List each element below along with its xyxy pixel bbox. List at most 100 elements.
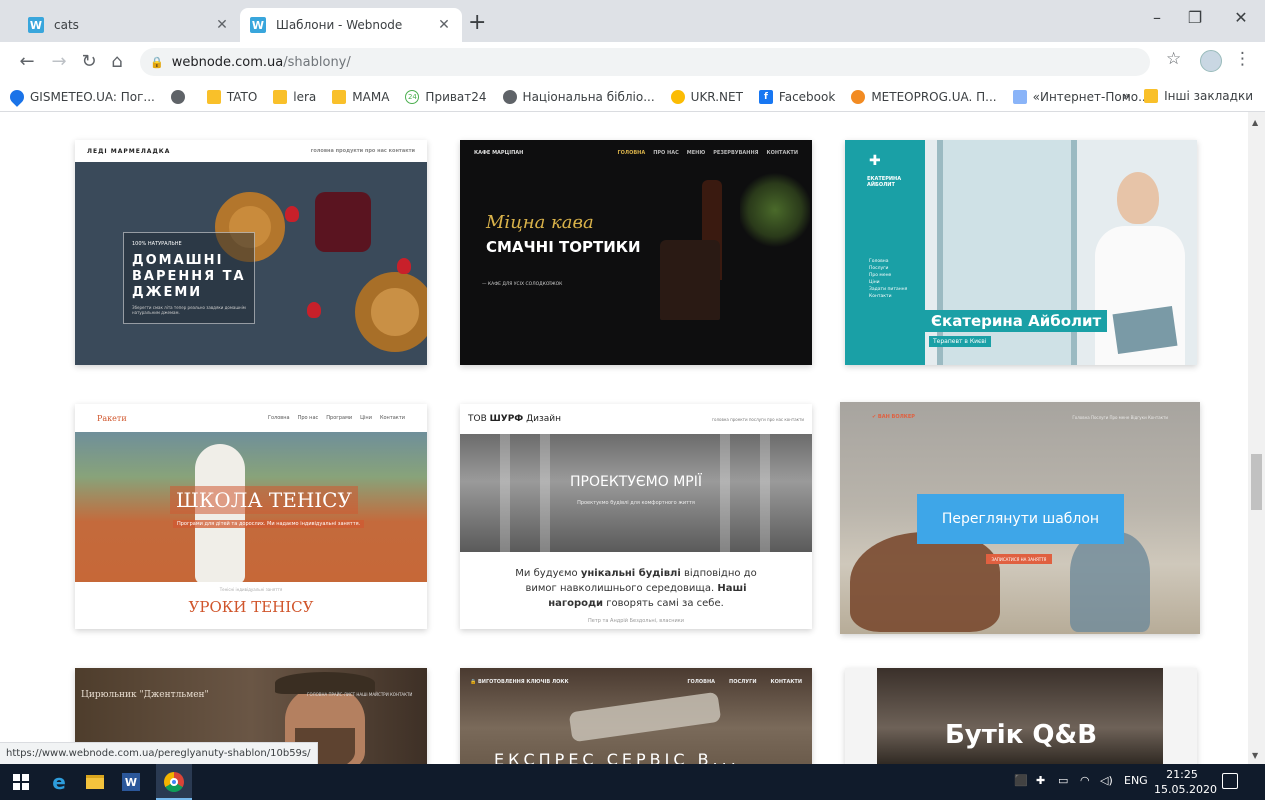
volume-icon[interactable]: ◁) bbox=[1100, 774, 1113, 787]
template-preview-image: 100% НАТУРАЛЬНЕ ДОМАШНІ ВАРЕННЯ ТА ДЖЕМИ… bbox=[75, 162, 427, 365]
tennis-player-image bbox=[195, 444, 245, 584]
reload-icon[interactable]: ↻ bbox=[78, 52, 100, 72]
globe-icon bbox=[170, 89, 185, 104]
bookmark-facebook[interactable]: f Facebook bbox=[758, 89, 835, 104]
minimize-button[interactable]: – bbox=[1142, 8, 1172, 27]
hero-headline: Єкатерина Айболит bbox=[925, 310, 1108, 332]
scrollbar-thumb[interactable] bbox=[1251, 454, 1262, 510]
doc-icon bbox=[1012, 89, 1027, 104]
windows-taskbar: e W ⬛ ✚ ▭ ◠ ◁) ENG 21:25 15.05.2020 bbox=[0, 764, 1265, 800]
tab-title: Шаблони - Webnode bbox=[276, 18, 403, 32]
system-clock[interactable]: 21:25 15.05.2020 bbox=[1154, 767, 1217, 797]
template-card-cafe[interactable]: КАФЕ МАРЦІПАН ГОЛОВНА ПРО НАС МЕНЮ РЕЗЕР… bbox=[460, 140, 812, 365]
tab-templates[interactable]: W Шаблони - Webnode ✕ bbox=[240, 8, 462, 42]
new-tab-button[interactable]: + bbox=[468, 12, 486, 34]
page-scrollbar[interactable]: ▲ ▼ bbox=[1248, 112, 1265, 764]
hero-headline: Бутік Q&B bbox=[944, 720, 1098, 750]
bookmark-gismeteo[interactable]: GISMETEO.UA: Пог... bbox=[7, 86, 155, 107]
hero-script-text: Міцна кава bbox=[486, 212, 594, 233]
file-explorer-icon[interactable] bbox=[84, 771, 106, 793]
ukrnet-icon bbox=[670, 89, 685, 104]
page-content: 100% НАТУРАЛЬНЕ ДОМАШНІ ВАРЕННЯ ТА ДЖЕМИ… bbox=[0, 112, 1248, 764]
chrome-icon[interactable] bbox=[156, 764, 192, 800]
bookmark-national-library[interactable]: Національна бібліо... bbox=[502, 89, 655, 104]
hero-subtitle: Програми для дітей та дорослих. Ми надає… bbox=[173, 520, 365, 528]
bookmark-meteoprog[interactable]: METEOPROG.UA. П... bbox=[851, 89, 997, 104]
template-card-jams[interactable]: 100% НАТУРАЛЬНЕ ДОМАШНІ ВАРЕННЯ ТА ДЖЕМИ… bbox=[75, 140, 427, 365]
address-bar[interactable]: 🔒 webnode.com.ua/shablony/ bbox=[140, 48, 1150, 76]
hero-subtitle: Проектуємо будівлі для комфортного життя bbox=[577, 500, 695, 506]
bookmarks-right: » Інші закладки bbox=[1123, 89, 1253, 103]
bookmark-star-icon[interactable]: ☆ bbox=[1166, 49, 1181, 69]
restore-button[interactable]: ❐ bbox=[1180, 8, 1210, 27]
template-card-design[interactable]: ТОВ ШУРФ Дизайн головна проекти послуги … bbox=[460, 404, 812, 629]
template-card-keys[interactable]: 🔒 ВИГОТОВЛЕННЯ КЛЮЧІВ ЛОКК ГОЛОВНА ПОСЛУ… bbox=[460, 668, 812, 764]
strawberry-image bbox=[397, 258, 411, 274]
hero-headline: СМАЧНІ ТОРТИКИ bbox=[486, 238, 641, 256]
lock-icon: 🔒 bbox=[150, 55, 164, 69]
view-template-button[interactable]: Переглянути шаблон bbox=[917, 494, 1124, 544]
strawberry-image bbox=[307, 302, 321, 318]
template-brand: Цирюльник "Джентльмен" bbox=[81, 690, 209, 700]
tab-cats[interactable]: W cats ✕ bbox=[18, 8, 240, 42]
profile-avatar[interactable] bbox=[1200, 50, 1222, 72]
close-tab-icon[interactable]: ✕ bbox=[214, 17, 230, 33]
language-indicator[interactable]: ENG bbox=[1124, 774, 1148, 787]
bookmark-folder-lera[interactable]: lera bbox=[273, 89, 316, 104]
folder-icon bbox=[273, 89, 288, 104]
wifi-icon[interactable]: ◠ bbox=[1080, 774, 1090, 787]
url-path: /shablony/ bbox=[283, 54, 351, 70]
bookmark-globe[interactable] bbox=[170, 89, 191, 104]
template-nav: ГОЛОВНА ПРАЙС-ЛИСТ НАШІ МАЙСТРИ КОНТАКТИ bbox=[307, 692, 413, 697]
bookmark-privat24[interactable]: 24 Приват24 bbox=[405, 89, 487, 104]
scroll-up-arrow-icon[interactable]: ▲ bbox=[1252, 118, 1258, 127]
notifications-icon[interactable] bbox=[1222, 773, 1238, 789]
dog-image bbox=[850, 532, 1000, 632]
globe-icon bbox=[502, 89, 517, 104]
scroll-down-arrow-icon[interactable]: ▼ bbox=[1252, 751, 1258, 760]
close-tab-icon[interactable]: ✕ bbox=[436, 17, 452, 33]
browser-menu-icon[interactable]: ⋮ bbox=[1234, 49, 1251, 69]
cake-image bbox=[660, 240, 720, 320]
template-card-doctor[interactable]: ✚ ЕКАТЕРИНА АЙБОЛИТ Головна Послуги Про … bbox=[845, 140, 1197, 365]
network-icon[interactable]: ⬛ bbox=[1014, 774, 1028, 787]
medical-cross-icon: ✚ bbox=[869, 153, 881, 169]
url-host: webnode.com.ua bbox=[171, 54, 284, 70]
bookmarks-overflow-button[interactable]: » bbox=[1123, 89, 1130, 103]
bookmark-folder-tato[interactable]: TATO bbox=[206, 89, 257, 104]
person-image bbox=[1070, 532, 1150, 632]
folder-icon bbox=[1144, 89, 1159, 103]
edge-browser-icon[interactable]: e bbox=[48, 770, 70, 794]
link-status-bar: https://www.webnode.com.ua/pereglyanuty-… bbox=[0, 742, 318, 764]
jam-jar-image bbox=[315, 192, 371, 252]
windows-start-icon[interactable] bbox=[10, 771, 32, 793]
template-section: Тенісні індивідуальні заняття УРОКИ ТЕНІ… bbox=[75, 582, 427, 629]
close-window-button[interactable]: ✕ bbox=[1226, 8, 1256, 27]
hero-subtitle: — КАФЕ ДЛЯ УСІХ СОЛОДКОЇЖОК bbox=[482, 282, 563, 287]
hero-headline: ШКОЛА ТЕНІСУ bbox=[170, 486, 358, 514]
hero-subtitle: Терапевт в Києві bbox=[929, 336, 991, 347]
drop-icon bbox=[7, 86, 27, 107]
template-header: 🔒 ВИГОТОВЛЕННЯ КЛЮЧІВ ЛОКК ГОЛОВНА ПОСЛУ… bbox=[470, 679, 802, 685]
hero-headline: ПРОЕКТУЄМО МРІЇ bbox=[570, 474, 702, 490]
template-card-tennis[interactable]: Ракети Головна Про нас Програми Ціни Кон… bbox=[75, 404, 427, 629]
bagel-image bbox=[355, 272, 427, 352]
home-icon[interactable]: ⌂ bbox=[106, 52, 128, 72]
folder-icon bbox=[332, 89, 347, 104]
template-header: КАФЕ МАРЦІПАН ГОЛОВНА ПРО НАС МЕНЮ РЕЗЕР… bbox=[474, 150, 798, 156]
word-icon[interactable]: W bbox=[120, 771, 142, 793]
bookmark-folder-mama[interactable]: MAMA bbox=[332, 89, 389, 104]
battery-icon[interactable]: ▭ bbox=[1058, 774, 1068, 787]
back-arrow-icon[interactable]: ← bbox=[16, 52, 38, 72]
forward-arrow-icon[interactable]: → bbox=[48, 52, 70, 72]
hero-label: 100% НАТУРАЛЬНЕ ДОМАШНІ ВАРЕННЯ ТА ДЖЕМИ… bbox=[123, 232, 255, 324]
bookmark-ukrnet[interactable]: UKR.NET bbox=[670, 89, 743, 104]
template-card-boutique[interactable]: Бутік Q&B bbox=[845, 668, 1197, 764]
security-icon[interactable]: ✚ bbox=[1036, 774, 1045, 787]
template-header: ТОВ ШУРФ Дизайн головна проекти послуги … bbox=[460, 404, 812, 434]
folder-icon bbox=[206, 89, 221, 104]
tab-strip: W cats ✕ W Шаблони - Webnode ✕ + – ❐ ✕ bbox=[0, 0, 1265, 42]
tab-title: cats bbox=[54, 18, 79, 32]
template-card-dog-trainer[interactable]: ✔ ВАН ВОЛКЕР Головна Послуги Про мене Ві… bbox=[840, 402, 1200, 634]
bookmark-other-folder[interactable]: Інші закладки bbox=[1144, 89, 1253, 103]
